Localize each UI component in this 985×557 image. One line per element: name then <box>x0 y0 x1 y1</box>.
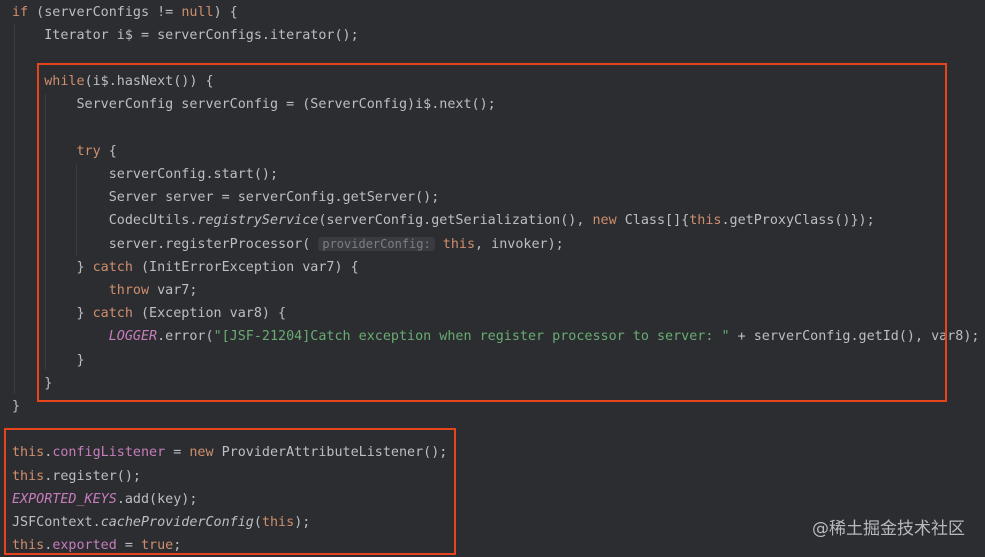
code-token: if <box>12 4 29 20</box>
code-token: null <box>181 4 214 20</box>
highlight-box-post-loop <box>4 428 456 555</box>
code-line[interactable]: if (serverConfigs != null) { <box>12 1 238 24</box>
watermark-text: @稀土掘金技术社区 <box>812 519 965 539</box>
code-editor[interactable]: if (serverConfigs != null) { Iterator i$… <box>0 0 985 556</box>
highlight-box-while-loop <box>37 63 947 402</box>
code-token: Iterator i$ = serverConfigs.iterator(); <box>12 27 359 43</box>
code-line[interactable]: Iterator i$ = serverConfigs.iterator(); <box>12 24 359 47</box>
code-token: ) { <box>213 4 238 20</box>
code-token: } <box>12 398 21 414</box>
code-line[interactable]: } <box>12 395 20 418</box>
code-token: (serverConfigs != <box>28 4 182 20</box>
